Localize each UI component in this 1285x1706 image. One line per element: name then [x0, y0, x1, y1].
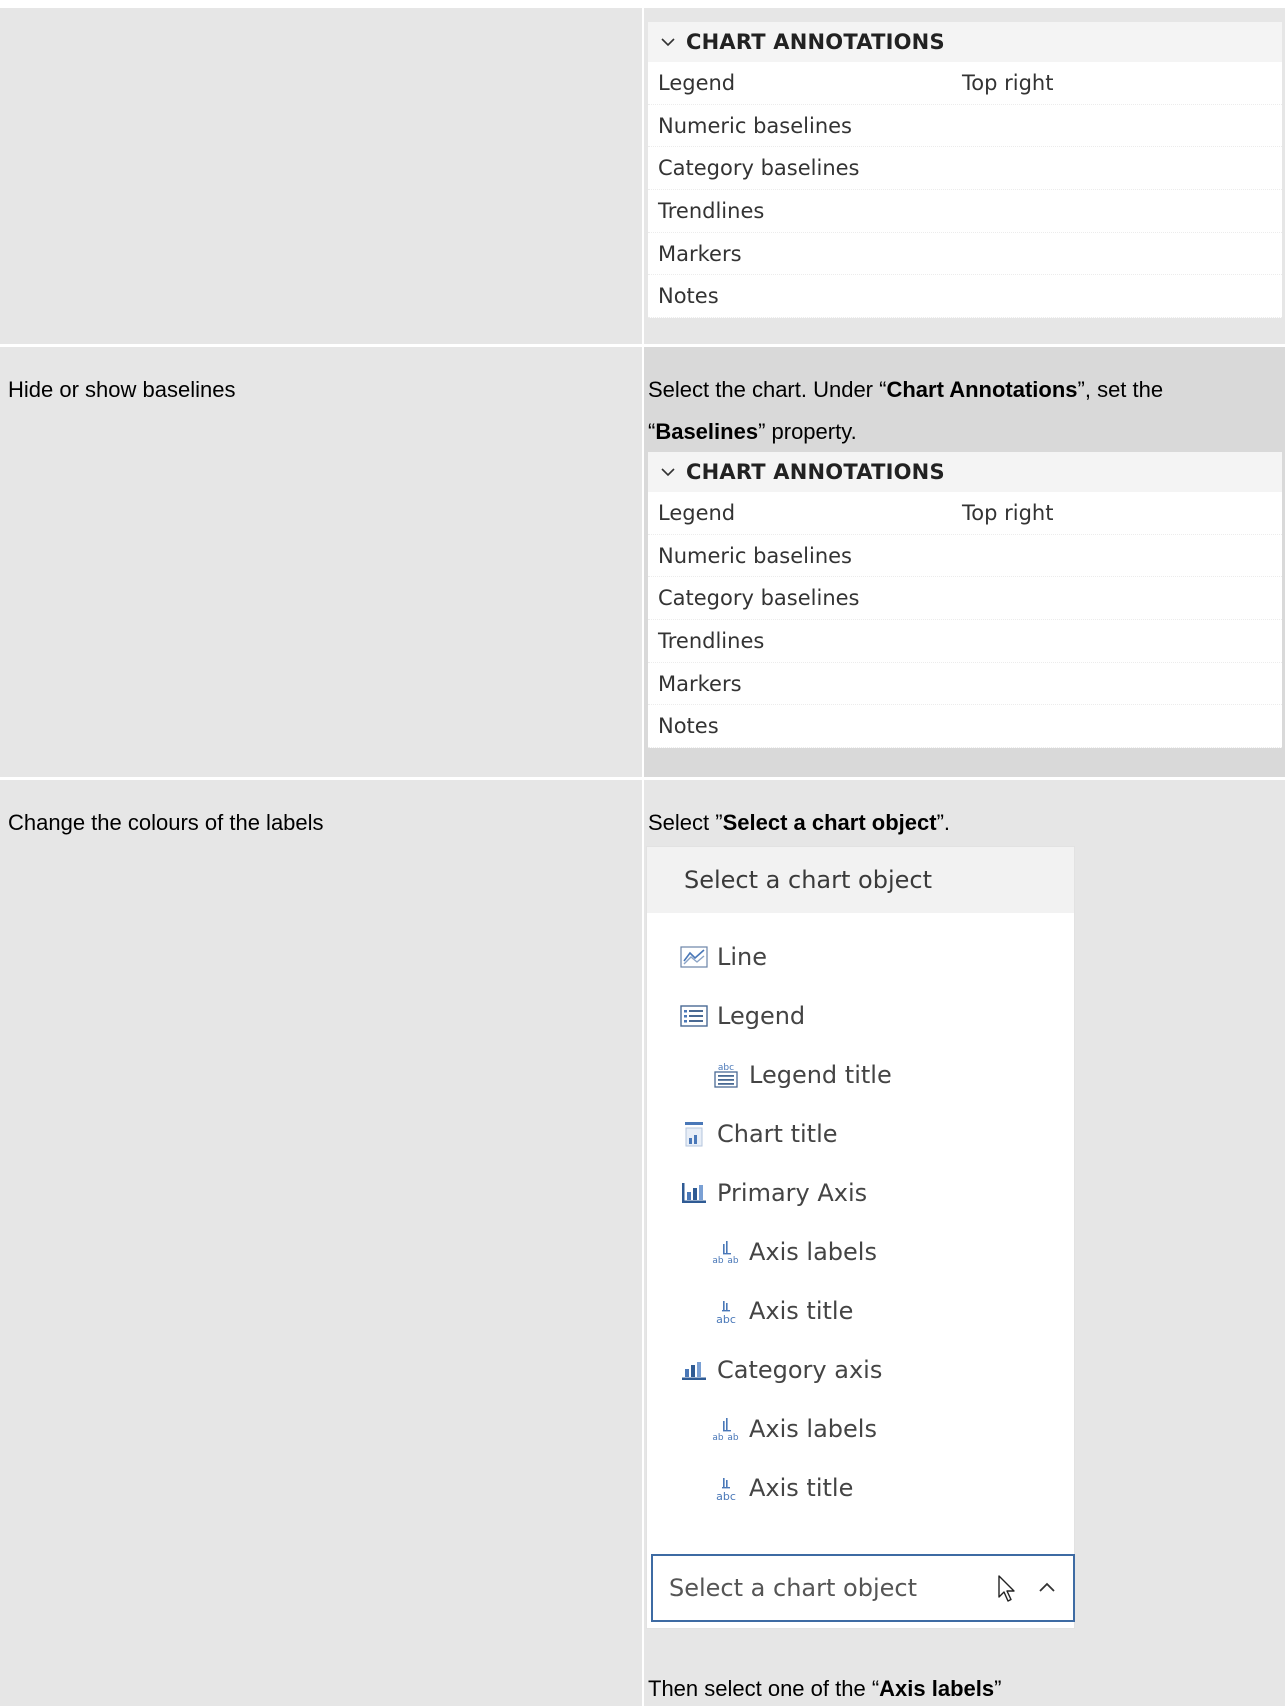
chevron-up-icon [1039, 1582, 1055, 1592]
property-label: Markers [658, 241, 742, 266]
task-cell-3: Change the colours of the labels [0, 780, 642, 1706]
property-row-category-baselines[interactable]: Category baselines [648, 577, 1282, 621]
property-label: Category baselines [658, 156, 860, 181]
property-row-category-baselines[interactable]: Category baselines [648, 147, 1282, 191]
panel-header[interactable]: CHART ANNOTATIONS [648, 22, 1282, 62]
chart-object-dropdown: Select a chart object Line Legend abc Le… [646, 846, 1075, 1629]
dropdown-header: Select a chart object [647, 847, 1074, 913]
line-chart-icon [679, 944, 709, 970]
legend-title-icon: abc [711, 1062, 741, 1088]
instruction-cell-1: CHART ANNOTATIONS Legend Top right Numeri… [644, 8, 1285, 344]
dropdown-item-axis-labels[interactable]: ab ab Axis labels [711, 1232, 877, 1272]
task-text: Hide or show baselines [8, 377, 236, 402]
task-cell-1 [0, 8, 642, 344]
chart-title-icon [679, 1121, 709, 1147]
property-label: Numeric baselines [658, 543, 852, 568]
property-value: Top right [962, 500, 1054, 525]
property-row-trendlines[interactable]: Trendlines [648, 620, 1282, 663]
chevron-down-icon [661, 468, 675, 477]
followup-text: Then select one of the “Axis labels” [648, 1676, 1002, 1701]
instruction-text: Select ”Select a chart object”. [648, 810, 951, 835]
property-label: Notes [658, 284, 719, 309]
dropdown-item-legend-title[interactable]: abc Legend title [711, 1055, 892, 1095]
dropdown-item-label: Legend title [749, 1061, 892, 1089]
dropdown-item-label: Chart title [717, 1120, 838, 1148]
dropdown-item-line[interactable]: Line [679, 937, 767, 977]
instruction-cell-2: Select the chart. Under “Chart Annotatio… [644, 347, 1285, 777]
axis-labels-icon: ab ab [711, 1416, 741, 1443]
bold-term: Chart Annotations [886, 377, 1078, 402]
property-row-notes[interactable]: Notes [648, 275, 1282, 319]
svg-text:ab: ab [727, 1433, 739, 1443]
category-axis-icon [679, 1357, 709, 1383]
primary-axis-icon [679, 1180, 709, 1206]
dropdown-item-axis-title[interactable]: abc Axis title [711, 1291, 853, 1331]
chevron-down-icon [661, 38, 675, 47]
property-label: Trendlines [658, 628, 765, 653]
dropdown-item-label: Axis title [749, 1474, 854, 1502]
mouse-pointer-icon [998, 1575, 1015, 1602]
property-row-trendlines[interactable]: Trendlines [648, 190, 1282, 233]
panel-header-label: CHART ANNOTATIONS [686, 30, 945, 54]
property-row-markers[interactable]: Markers [648, 663, 1282, 706]
svg-text:abc: abc [716, 1313, 736, 1325]
panel-header-label: CHART ANNOTATIONS [686, 460, 945, 484]
property-label: Legend [658, 70, 736, 95]
instruction-cell-3: Select ”Select a chart object”. Select a… [644, 780, 1285, 1706]
dropdown-item-label: Category axis [717, 1356, 883, 1384]
axis-title-icon: abc [711, 1298, 741, 1325]
svg-text:ab: ab [712, 1433, 724, 1443]
chart-object-select[interactable]: Select a chart object [651, 1554, 1075, 1622]
property-row-notes[interactable]: Notes [648, 705, 1282, 749]
panel-header[interactable]: CHART ANNOTATIONS [648, 452, 1282, 492]
bold-term: Baselines [655, 419, 759, 444]
property-label: Notes [658, 714, 719, 739]
svg-text:ab: ab [727, 1256, 739, 1266]
property-row-numeric-baselines[interactable]: Numeric baselines [648, 105, 1282, 148]
dropdown-item-axis-title[interactable]: abc Axis title [711, 1468, 853, 1508]
dropdown-item-label: Axis title [749, 1297, 854, 1325]
select-value: Select a chart object [669, 1574, 917, 1602]
svg-text:abc: abc [716, 1490, 736, 1502]
chart-annotations-panel: CHART ANNOTATIONS Legend Top right Numeri… [648, 22, 1282, 319]
property-label: Markers [658, 671, 742, 696]
property-value: Top right [962, 70, 1054, 95]
chart-annotations-panel: CHART ANNOTATIONS Legend Top right Numeri… [648, 452, 1282, 749]
property-row-legend[interactable]: Legend Top right [648, 62, 1282, 105]
dropdown-item-primary-axis[interactable]: Primary Axis [679, 1173, 867, 1213]
svg-text:ab: ab [712, 1256, 724, 1266]
bold-term: Axis labels [879, 1676, 995, 1701]
dropdown-item-label: Axis labels [749, 1415, 877, 1443]
axis-labels-icon: ab ab [711, 1239, 741, 1266]
property-row-numeric-baselines[interactable]: Numeric baselines [648, 535, 1282, 578]
dropdown-item-label: Primary Axis [717, 1179, 868, 1207]
task-cell-2: Hide or show baselines [0, 347, 642, 777]
property-label: Trendlines [658, 198, 765, 223]
dropdown-item-label: Axis labels [749, 1238, 877, 1266]
dropdown-item-category-axis[interactable]: Category axis [679, 1350, 882, 1390]
dropdown-item-label: Legend [717, 1002, 806, 1030]
instruction-text: Select the chart. Under “Chart Annotatio… [648, 377, 1164, 444]
axis-title-icon: abc [711, 1475, 741, 1502]
dropdown-item-axis-labels[interactable]: ab ab Axis labels [711, 1409, 877, 1449]
property-label: Category baselines [658, 586, 860, 611]
dropdown-item-legend[interactable]: Legend [679, 996, 805, 1036]
dropdown-item-label: Line [717, 943, 768, 971]
property-label: Legend [658, 500, 736, 525]
property-row-legend[interactable]: Legend Top right [648, 492, 1282, 535]
bold-term: Select a chart object [722, 810, 937, 835]
dropdown-item-chart-title[interactable]: Chart title [679, 1114, 838, 1154]
legend-icon [679, 1003, 709, 1029]
task-text: Change the colours of the labels [8, 810, 324, 835]
property-row-markers[interactable]: Markers [648, 233, 1282, 276]
property-label: Numeric baselines [658, 113, 852, 138]
